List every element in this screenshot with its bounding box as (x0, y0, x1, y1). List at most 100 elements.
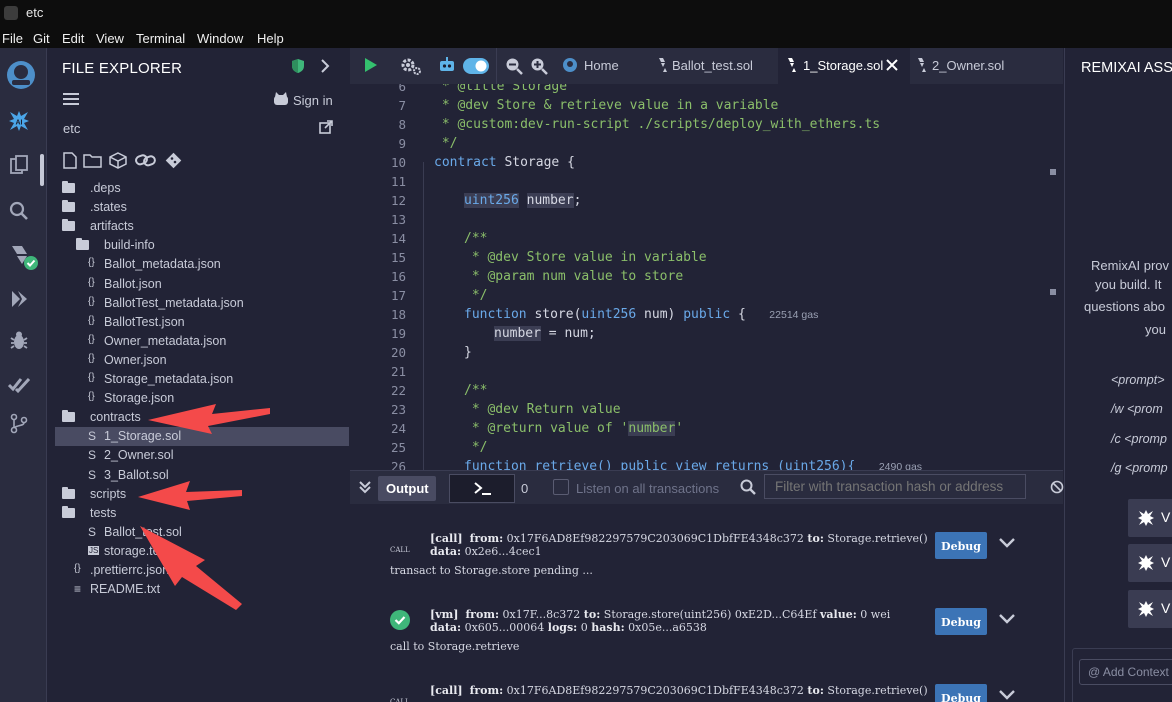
tab-ballot-test[interactable]: Ballot_test.sol (651, 48, 777, 84)
line-number: 10 (390, 155, 406, 170)
debug-button[interactable]: Debug (935, 684, 987, 702)
tree-file[interactable]: {} Owner.json (47, 351, 349, 370)
tree-file[interactable]: {} Ballot_metadata.json (47, 255, 349, 274)
debug-button[interactable]: Debug (935, 608, 987, 635)
git-icon[interactable] (8, 412, 30, 434)
double-check-icon[interactable] (8, 374, 30, 396)
ai-toggle[interactable] (463, 58, 489, 74)
tree-folder[interactable]: .states (47, 198, 349, 217)
new-file-icon[interactable] (63, 152, 77, 169)
terminal-prompt-button[interactable] (449, 474, 515, 503)
zoom-in-icon[interactable] (530, 57, 548, 75)
tree-file[interactable]: {} Owner_metadata.json (47, 332, 349, 351)
window-title: etc (26, 5, 44, 20)
line-number: 16 (390, 269, 406, 284)
shield-icon[interactable] (291, 58, 305, 74)
tree-folder[interactable]: artifacts (47, 217, 349, 236)
run-icon[interactable] (364, 57, 378, 73)
folder-open-icon (62, 219, 75, 232)
sign-in-button[interactable]: Sign in (293, 93, 333, 108)
tab-1-storage[interactable]: 1_Storage.sol (778, 48, 910, 84)
zoom-out-icon[interactable] (505, 57, 523, 75)
menu-git[interactable]: Git (33, 31, 50, 46)
chevron-right-icon[interactable] (319, 58, 331, 74)
tab-2-owner[interactable]: 2_Owner.sol (910, 48, 1030, 84)
tree-item-label: 3_Ballot.sol (104, 467, 169, 482)
tree-folder[interactable]: tests (47, 504, 349, 523)
double-chevron-down-icon[interactable] (358, 480, 372, 494)
search-icon[interactable] (8, 200, 30, 222)
remixai-suggestion-button[interactable]: V (1128, 590, 1172, 628)
menu-edit[interactable]: Edit (62, 31, 84, 46)
menu-view[interactable]: View (96, 31, 124, 46)
output-tab[interactable]: Output (378, 476, 436, 501)
remixai-suggestion-button[interactable]: V (1128, 544, 1172, 582)
menu-terminal[interactable]: Terminal (136, 31, 185, 46)
prompt-input-box[interactable]: @ Add Context (1072, 648, 1172, 702)
deploy-run-icon[interactable] (8, 288, 30, 310)
menu-file[interactable]: File (2, 31, 23, 46)
tree-file[interactable]: S 3_Ballot.sol (47, 466, 349, 485)
code-line-10: contract Storage { (434, 155, 575, 170)
tree-file[interactable]: S 2_Owner.sol (47, 446, 349, 465)
git-diamond-icon[interactable] (165, 152, 182, 169)
line-number: 24 (390, 421, 406, 436)
new-folder-icon[interactable] (83, 153, 102, 168)
tx-log-line: data: 0x2e6...4cec1 (430, 545, 542, 558)
robot-icon[interactable] (438, 56, 456, 74)
remix-home-icon (563, 58, 577, 72)
file-explorer-icon[interactable] (8, 154, 30, 176)
tab-home-label: Home (584, 58, 619, 73)
ai-icon[interactable]: AI (8, 110, 30, 132)
clear-icon[interactable] (1050, 480, 1064, 494)
tab-home[interactable]: Home (555, 48, 651, 84)
tree-folder[interactable]: contracts (47, 408, 349, 427)
external-link-icon[interactable] (319, 120, 333, 134)
tree-file[interactable]: S 1_Storage.sol (55, 427, 349, 447)
terminal-message: transact to Storage.store pending ... (390, 564, 593, 577)
link-icon[interactable] (135, 153, 157, 168)
tree-file[interactable]: {} Storage_metadata.json (47, 370, 349, 389)
close-tab-icon[interactable] (886, 59, 898, 71)
tree-folder[interactable]: .deps (47, 179, 349, 198)
line-number: 6 (398, 84, 406, 94)
tree-item-label: Ballot_metadata.json (104, 257, 221, 272)
hamburger-menu-icon[interactable] (63, 92, 79, 106)
tree-file[interactable]: S Ballot_test.sol (47, 523, 349, 542)
tree-folder[interactable]: build-info (47, 236, 349, 255)
add-context-button[interactable]: @ Add Context (1079, 659, 1172, 685)
menu-help[interactable]: Help (257, 31, 284, 46)
remix-logo-icon[interactable] (4, 58, 38, 92)
settings-gear-icon[interactable] (400, 56, 422, 76)
chevron-down-icon[interactable] (998, 536, 1016, 550)
solidity-file-icon (659, 58, 667, 72)
line-number: 7 (398, 98, 406, 113)
ai-spark-icon (1138, 601, 1154, 617)
folder-icon (62, 486, 75, 499)
tree-file[interactable]: ≡ README.txt (47, 580, 349, 599)
listen-checkbox[interactable] (553, 479, 569, 495)
workspace-name[interactable]: etc (63, 121, 80, 136)
debug-button[interactable]: Debug (935, 532, 987, 559)
tree-folder[interactable]: scripts (47, 485, 349, 504)
tree-file[interactable]: JS storage.test.js (47, 542, 349, 561)
tree-file[interactable]: {} Ballot.json (47, 275, 349, 294)
debugger-icon[interactable] (8, 330, 30, 352)
tree-file[interactable]: {} BallotTest.json (47, 313, 349, 332)
tree-item-label: artifacts (90, 219, 134, 234)
code-editor[interactable]: 6 7 8 9 10 11 12 13 14 15 16 17 18 19 20 21 22 23 24 25 26 *… (350, 84, 1063, 470)
solidity-compiler-icon[interactable] (8, 244, 40, 272)
remixai-description: you build. It (1095, 277, 1162, 292)
chevron-down-icon[interactable] (998, 612, 1016, 626)
tree-file[interactable]: {} .prettierrc.json (47, 561, 349, 580)
listen-label: Listen on all transactions (576, 481, 720, 496)
cube-icon[interactable] (109, 152, 127, 169)
chevron-down-icon[interactable] (998, 688, 1016, 702)
transaction-filter-input[interactable] (764, 474, 1026, 499)
tree-item-label: storage.test.js (104, 543, 182, 558)
folder-open-icon (62, 410, 75, 423)
tree-file[interactable]: {} Storage.json (47, 389, 349, 408)
tree-file[interactable]: {} BallotTest_metadata.json (47, 294, 349, 313)
remixai-suggestion-button[interactable]: V (1128, 499, 1172, 537)
menu-window[interactable]: Window (197, 31, 243, 46)
